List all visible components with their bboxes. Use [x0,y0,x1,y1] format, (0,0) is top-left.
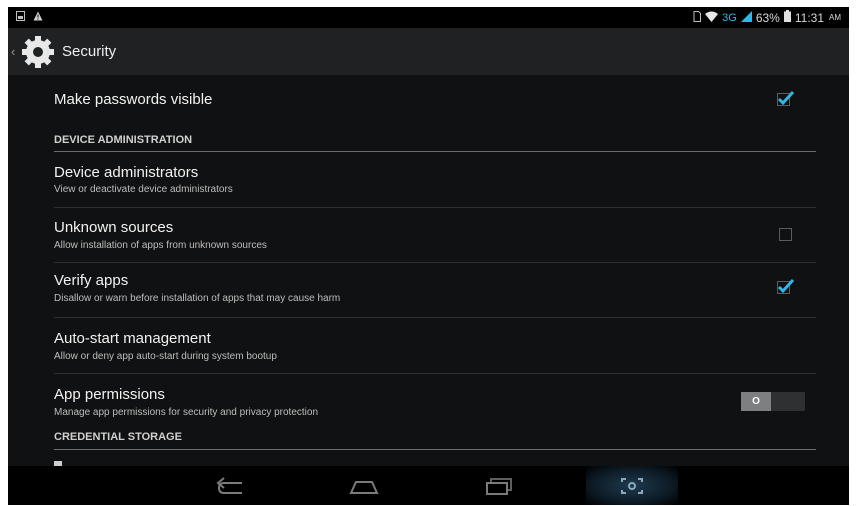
device-administrators-row[interactable]: Device administrators View or deactivate… [54,152,816,206]
home-icon[interactable] [332,466,396,505]
row-title: Auto-start management [54,330,211,347]
verify-apps-checkbox[interactable] [777,278,795,294]
clock-ampm: AM [829,13,841,22]
screenshot-icon[interactable] [586,466,678,505]
page-title: Security [62,43,117,60]
back-icon[interactable] [198,466,262,505]
section-divider [54,449,816,450]
warning-notification-icon [33,10,43,24]
checkmark-icon [777,278,795,294]
row-summary: Manage app permissions for security and … [54,407,319,418]
verify-apps-row[interactable]: Verify apps Disallow or warn before inst… [54,263,816,317]
row-summary: Allow installation of apps from unknown … [54,240,267,251]
gear-icon[interactable] [21,35,55,69]
row-summary: View or deactivate device administrators [54,184,233,195]
up-navigation-icon[interactable]: ‹ [11,44,19,59]
wifi-icon [705,11,719,25]
sim-card-icon [693,10,702,25]
clock: 11:31 [794,10,824,25]
settings-list: Make passwords visible DEVICE ADMINISTRA… [8,75,849,466]
row-title: Unknown sources [54,219,174,236]
recent-apps-icon[interactable] [468,466,532,505]
make-passwords-visible-row[interactable]: Make passwords visible [54,75,816,119]
row-title: App permissions [54,386,165,403]
make-passwords-visible-checkbox[interactable] [777,90,795,106]
battery-icon [783,10,791,25]
device-screen: 3G 63% 11:31 AM ‹ Security Make password… [8,7,849,505]
section-header-device-administration: DEVICE ADMINISTRATION [54,134,193,146]
row-title: Device administrators [54,164,199,181]
auto-start-management-row[interactable]: Auto-start management Allow or deny app … [54,318,816,372]
toggle-thumb: O [741,392,771,411]
app-permissions-toggle[interactable]: O [741,392,805,411]
row-title: Verify apps [54,272,129,289]
screenshot-notification-icon [16,10,25,24]
signal-icon [740,10,752,25]
battery-percent: 63% [755,10,780,25]
row-summary: Allow or deny app auto-start during syst… [54,351,277,362]
navigation-bar [8,466,849,505]
unknown-sources-row[interactable]: Unknown sources Allow installation of ap… [54,208,816,262]
toggle-off-label: O [752,396,760,407]
checkmark-icon [777,90,795,106]
network-type: 3G [722,11,737,24]
unknown-sources-checkbox[interactable] [779,228,792,241]
status-bar: 3G 63% 11:31 AM [8,7,849,28]
row-title: Make passwords visible [54,91,213,108]
app-permissions-row[interactable]: App permissions Manage app permissions f… [54,374,816,424]
action-bar: ‹ Security [8,28,849,75]
row-summary: Disallow or warn before installation of … [54,293,341,304]
section-header-credential-storage: CREDENTIAL STORAGE [54,431,182,443]
